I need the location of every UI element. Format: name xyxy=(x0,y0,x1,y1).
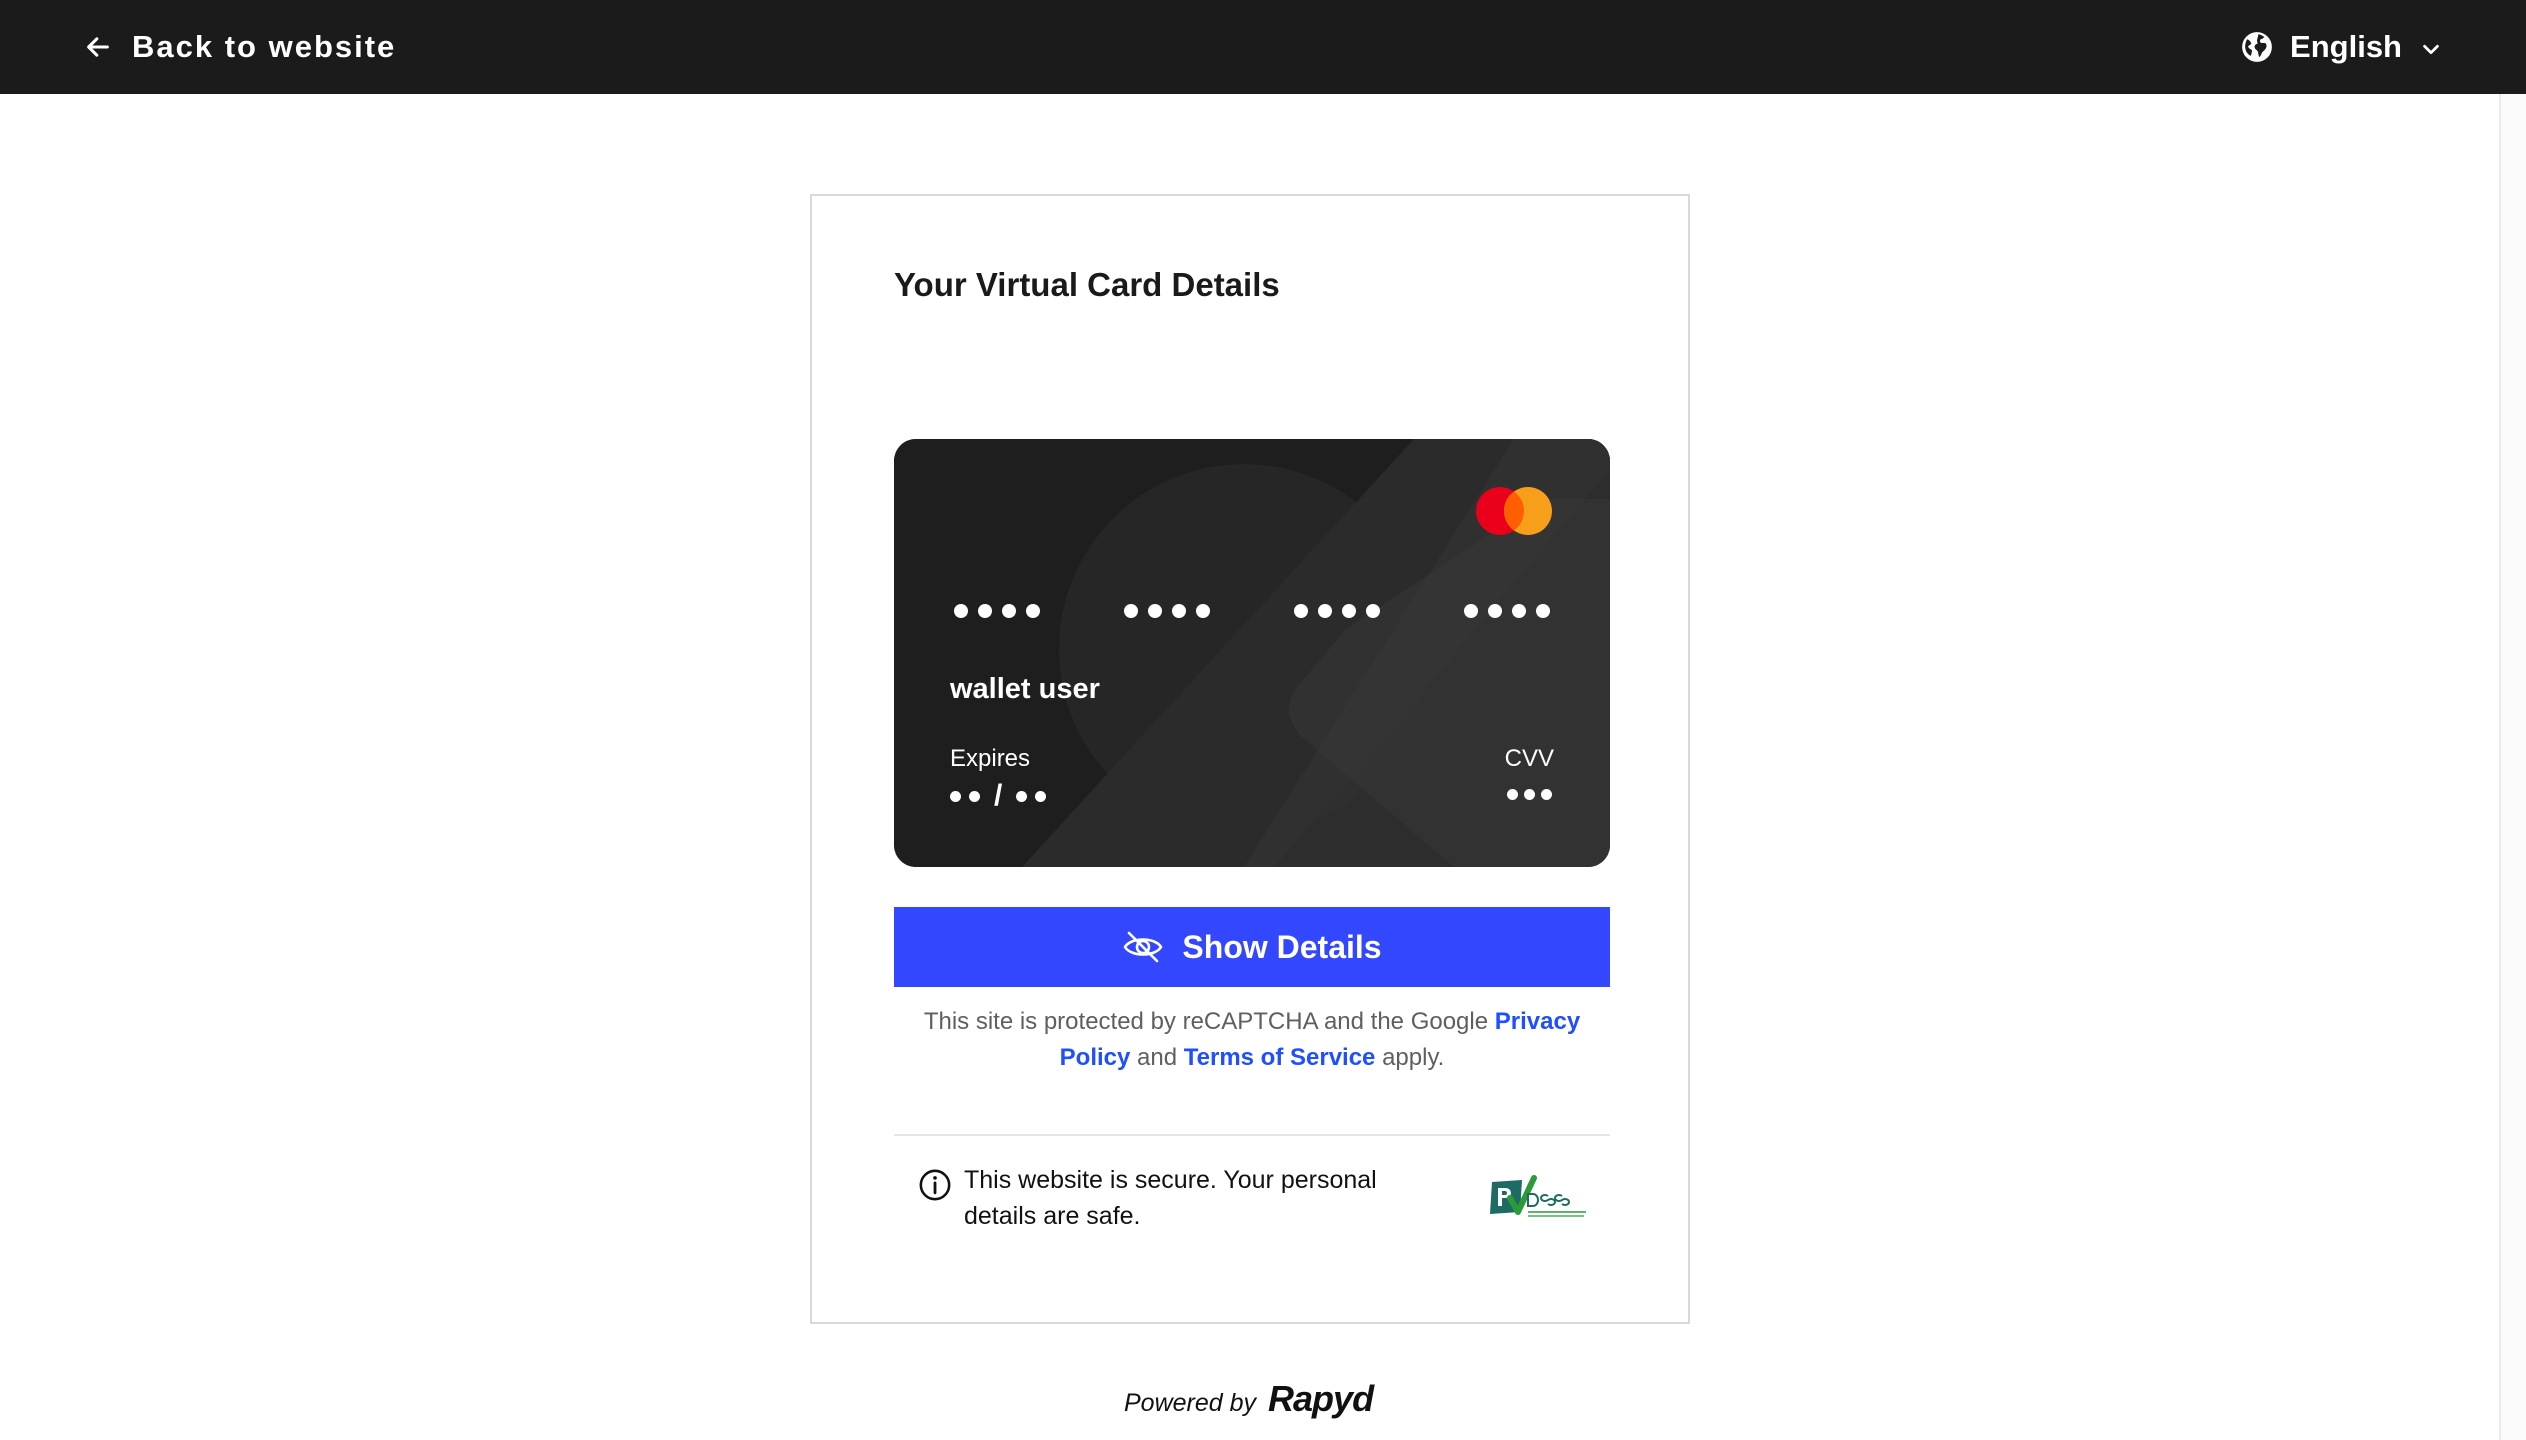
show-details-button[interactable]: Show Details xyxy=(894,907,1610,987)
recaptcha-text: This site is protected by reCAPTCHA and … xyxy=(923,1008,1489,1035)
language-selector[interactable]: English xyxy=(2240,0,2442,94)
security-notice: This website is secure. Your personal de… xyxy=(918,1162,1424,1234)
language-label: English xyxy=(2290,29,2402,64)
mastercard-logo xyxy=(1476,487,1552,535)
rapyd-logo: Rapyd xyxy=(1268,1378,1374,1419)
arrow-left-icon xyxy=(87,37,109,57)
recaptcha-notice: This site is protected by reCAPTCHA and … xyxy=(894,1004,1610,1076)
card-details-panel: Your Virtual Card Details wallet user Ex… xyxy=(810,194,1690,1324)
powered-by-label: Powered by xyxy=(1124,1389,1257,1417)
virtual-card: wallet user Expires / CVV xyxy=(894,439,1610,867)
recaptcha-and: and xyxy=(1137,1044,1178,1071)
expires-label: Expires xyxy=(950,745,1031,772)
pci-dss-certified-badge xyxy=(1490,1175,1586,1217)
cvv-label: CVV xyxy=(1504,745,1554,772)
top-bar: Back to website English xyxy=(0,0,2526,94)
card-number-group-4 xyxy=(1464,599,1550,623)
cvv-value-masked xyxy=(1507,789,1552,800)
card-number-group-1 xyxy=(954,599,1040,623)
show-details-label: Show Details xyxy=(1182,928,1382,965)
powered-by-footer: Powered by Rapyd xyxy=(1124,1378,1374,1420)
page-title: Your Virtual Card Details xyxy=(894,266,1280,303)
card-number-group-2 xyxy=(1124,599,1210,623)
card-number-group-3 xyxy=(1294,599,1380,623)
expires-value-masked: / xyxy=(950,779,1047,813)
terms-of-service-link[interactable]: Terms of Service xyxy=(1184,1044,1376,1071)
security-message: This website is secure. Your personal de… xyxy=(964,1166,1377,1230)
back-to-website-link[interactable]: Back to website xyxy=(84,0,396,94)
back-to-website-label: Back to website xyxy=(132,29,397,64)
card-holder-name: wallet user xyxy=(950,673,1100,705)
info-icon xyxy=(919,1169,951,1201)
recaptcha-apply: apply. xyxy=(1382,1044,1445,1071)
globe-icon xyxy=(2242,32,2272,62)
chevron-down-icon xyxy=(2423,44,2439,55)
eye-off-icon xyxy=(1123,931,1163,963)
divider xyxy=(894,1134,1610,1136)
scrollbar-track[interactable] xyxy=(2499,94,2526,1440)
